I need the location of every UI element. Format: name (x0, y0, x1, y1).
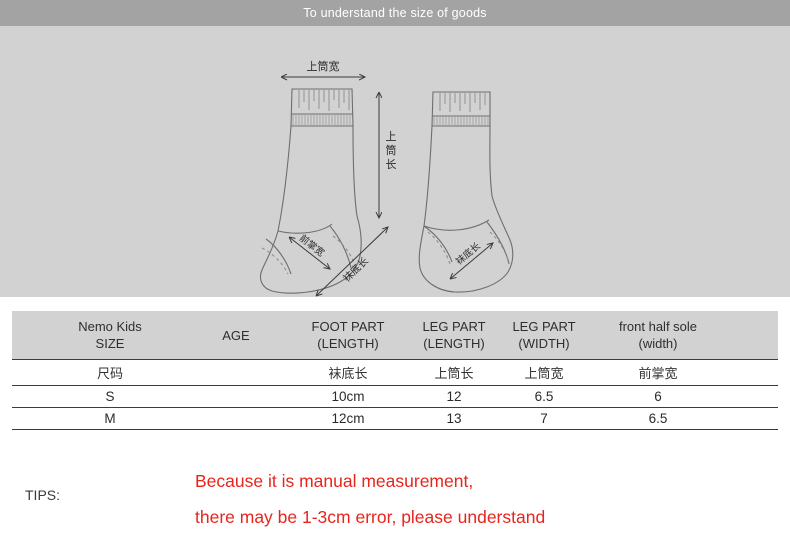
tips-line-2: there may be 1-3cm error, please underst… (195, 507, 546, 527)
cell-size: S (36, 385, 184, 408)
leg-length-label: 上 (386, 130, 397, 143)
cell-leg-width: 6.5 (500, 385, 588, 408)
cell-front-half-sole: 6 (588, 385, 728, 408)
header-cell-leg-part-length: LEG PART (LENGTH) (408, 311, 500, 360)
cn-label-leg-length: 上筒长 (408, 359, 500, 386)
header-cell-foot-part: FOOT PART (LENGTH) (288, 311, 408, 360)
cell-leg-length: 13 (408, 407, 500, 430)
cn-label-front-sole: 前掌宽 (588, 359, 728, 386)
tips-section: TIPS: Because it is manual measurement, … (0, 430, 790, 527)
header-line1: Nemo Kids (78, 319, 142, 334)
svg-text:筒: 筒 (386, 143, 397, 157)
cell-foot-length: 12cm (288, 407, 408, 430)
cell-size: M (36, 407, 184, 430)
cn-label-leg-width: 上筒宽 (500, 359, 588, 386)
tips-label: TIPS: (25, 487, 61, 503)
header-cell-leg-part-width: LEG PART (WIDTH) (500, 311, 588, 360)
left-sock-illustration (259, 88, 362, 294)
cell-leg-length: 12 (408, 385, 500, 408)
sole-length-label: 袜底长 (340, 254, 371, 284)
page-title-bar: To understand the size of goods (0, 0, 790, 26)
cell-leg-width: 7 (500, 407, 588, 430)
header-spacer-right (728, 311, 778, 360)
table-row-chinese-labels: 尺码 袜底长 上筒长 上筒宽 前掌宽 (12, 359, 778, 386)
cn-label-size: 尺码 (36, 359, 184, 386)
leg-width-label: 上筒宽 (307, 59, 340, 73)
panel-divider (0, 297, 790, 311)
tips-message: Because it is manual measurement, there … (195, 463, 545, 535)
header-line2: (width) (638, 336, 678, 351)
size-table-wrapper: Nemo Kids SIZE AGE FOOT PART (LENGTH) LE… (0, 311, 790, 430)
table-row: M 12cm 13 7 6.5 (12, 407, 778, 430)
cn-label-age (184, 359, 288, 386)
header-line1: FOOT PART (311, 319, 385, 334)
cell-foot-length: 10cm (288, 385, 408, 408)
sock-measurement-diagram: 上筒宽 上 筒 长 前掌宽 袜底长 袜底长 (0, 26, 790, 297)
cell-age (184, 407, 288, 430)
header-line2: SIZE (95, 336, 125, 351)
cell-front-half-sole: 6.5 (588, 407, 728, 430)
size-table: Nemo Kids SIZE AGE FOOT PART (LENGTH) LE… (12, 311, 778, 430)
header-line1: front half sole (618, 319, 698, 334)
cell-age (184, 385, 288, 408)
table-row: S 10cm 12 6.5 6 (12, 385, 778, 408)
cn-label-foot-length: 袜底长 (288, 359, 408, 386)
sole-length-arrow (316, 227, 388, 296)
header-line1: LEG PART (512, 319, 576, 334)
header-line2: (WIDTH) (518, 336, 570, 351)
page-title: To understand the size of goods (303, 6, 487, 20)
header-line2: (LENGTH) (423, 336, 485, 351)
header-cell-front-half-sole: front half sole (width) (588, 311, 728, 360)
header-line1: LEG PART (422, 319, 486, 334)
header-line1: AGE (222, 327, 250, 343)
header-cell-size: Nemo Kids SIZE (36, 311, 184, 360)
header-spacer (12, 311, 36, 360)
tips-line-1: Because it is manual measurement, (195, 471, 474, 491)
svg-text:长: 长 (386, 158, 397, 171)
table-header-row: Nemo Kids SIZE AGE FOOT PART (LENGTH) LE… (12, 311, 778, 360)
header-cell-age: AGE (184, 311, 288, 360)
header-line2: (LENGTH) (317, 336, 379, 351)
sock-diagram-svg: 上筒宽 上 筒 长 前掌宽 袜底长 袜底长 (259, 59, 514, 297)
